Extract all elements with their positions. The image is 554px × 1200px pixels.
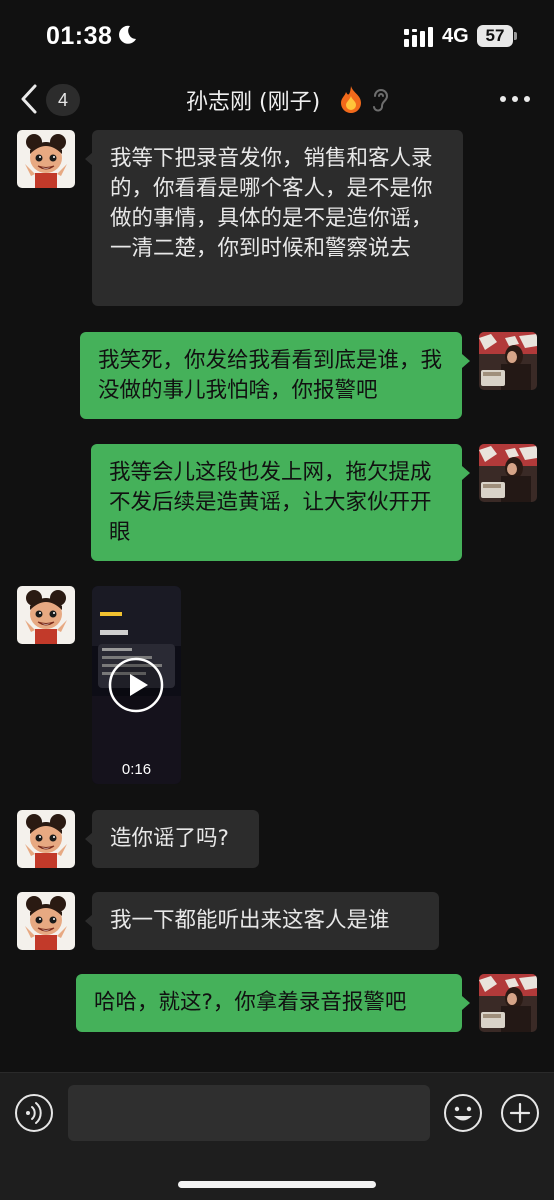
- plus-icon[interactable]: [500, 1093, 540, 1133]
- more-icon[interactable]: [498, 94, 532, 104]
- battery-level: 57: [485, 26, 505, 45]
- my-avatar[interactable]: [479, 974, 537, 1032]
- video-duration: 0:16: [121, 761, 152, 778]
- video-message[interactable]: 0:16: [92, 586, 181, 784]
- play-icon[interactable]: [107, 656, 165, 714]
- contact-avatar[interactable]: [17, 130, 75, 188]
- home-indicator[interactable]: [178, 1181, 376, 1188]
- voice-icon[interactable]: [14, 1093, 54, 1133]
- avatar-image: [17, 892, 75, 950]
- message-input[interactable]: [68, 1085, 430, 1141]
- avatar-image: [17, 810, 75, 868]
- network-type: 4G: [442, 25, 469, 47]
- message-bubble-outgoing[interactable]: 我等会儿这段也发上网，拖欠提成不发后续是造黄谣，让大家伙开开眼: [91, 444, 462, 561]
- emoji-icon[interactable]: [443, 1093, 483, 1133]
- avatar-image: [479, 444, 537, 502]
- avatar-image: [17, 586, 75, 644]
- chat-header: 4 孙志刚 (刚子): [0, 74, 554, 124]
- ear-icon: [373, 89, 389, 112]
- fire-icon: [341, 86, 361, 113]
- chat-title: 孙志刚 (刚子): [186, 90, 321, 115]
- contact-avatar[interactable]: [17, 810, 75, 868]
- contact-avatar[interactable]: [17, 586, 75, 644]
- contact-avatar[interactable]: [17, 892, 75, 950]
- battery-icon: 57: [477, 25, 517, 47]
- avatar-image: [479, 332, 537, 390]
- chat-message-list[interactable]: 我等下把录音发你，销售和客人录的，你看看是哪个客人，是不是你做的事情，具体的是不…: [0, 124, 554, 1072]
- message-bubble-incoming[interactable]: 造你谣了吗?: [92, 810, 259, 868]
- message-bubble-incoming[interactable]: 我一下都能听出来这客人是谁: [92, 892, 439, 950]
- back-chevron-icon[interactable]: [18, 82, 40, 116]
- message-bubble-outgoing[interactable]: 哈哈，就这?，你拿着录音报警吧: [76, 974, 462, 1032]
- avatar-image: [479, 974, 537, 1032]
- unread-badge[interactable]: 4: [46, 84, 80, 116]
- avatar-image: [17, 130, 75, 188]
- my-avatar[interactable]: [479, 444, 537, 502]
- message-bubble-incoming[interactable]: 我等下把录音发你，销售和客人录的，你看看是哪个客人，是不是你做的事情，具体的是不…: [92, 130, 463, 306]
- message-bubble-outgoing[interactable]: 我笑死，你发给我看看到底是谁，我没做的事儿我怕啥，你报警吧: [80, 332, 462, 419]
- input-bar: [0, 1072, 554, 1200]
- signal-icon: [404, 27, 433, 47]
- moon-icon: [119, 25, 136, 44]
- status-bar: 01:38 4G 57: [0, 0, 554, 74]
- my-avatar[interactable]: [479, 332, 537, 390]
- status-time: 01:38: [46, 22, 113, 50]
